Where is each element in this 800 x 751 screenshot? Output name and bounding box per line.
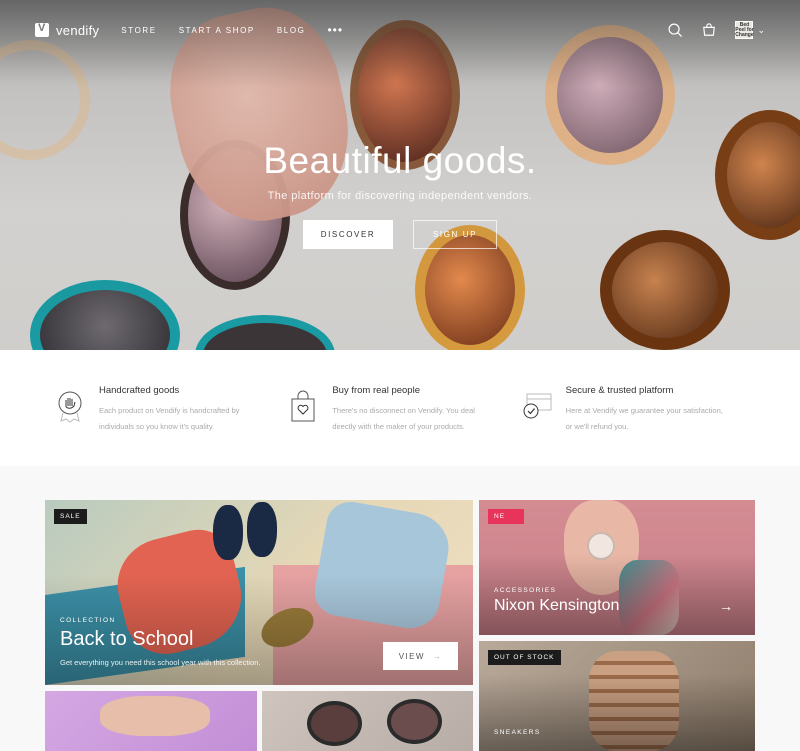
feature-description: Here at Vendify we guarantee your satisf… <box>565 406 723 431</box>
collection-card-back-to-school[interactable]: SALE COLLECTION Back to School Get every… <box>45 500 473 685</box>
collection-card[interactable] <box>262 691 473 751</box>
brand-name: vendify <box>56 22 100 38</box>
collection-card[interactable] <box>45 691 257 751</box>
feature-title: Handcrafted goods <box>99 385 180 396</box>
avatar: Bed Peel for Change <box>735 21 754 39</box>
brand-logo-link[interactable]: vendify <box>35 22 100 38</box>
discover-button[interactable]: DISCOVER <box>303 220 393 249</box>
feature-description: There's no disconnect on Vendify. You de… <box>332 406 475 431</box>
search-icon[interactable] <box>667 22 683 38</box>
sale-badge: SALE <box>54 509 87 524</box>
top-navigation: vendify STORE START A SHOP BLOG ••• Bed … <box>0 0 800 60</box>
nav-link-blog[interactable]: BLOG <box>277 26 306 35</box>
feature-title: Buy from real people <box>332 385 420 396</box>
nav-actions: Bed Peel for Change ⌄ <box>667 21 765 39</box>
feature-description: Each product on Vendify is handcrafted b… <box>99 406 240 431</box>
badge-hand-icon <box>55 389 85 423</box>
sunglasses-image <box>307 701 362 746</box>
nav-link-start-a-shop[interactable]: START A SHOP <box>179 26 255 35</box>
nav-links: STORE START A SHOP BLOG ••• <box>121 24 343 36</box>
collection-card-nixon-kensington[interactable]: NE ACCESSORIES Nixon Kensington → <box>479 500 755 635</box>
card-category: SNEAKERS <box>494 729 541 736</box>
card-category: COLLECTION <box>60 617 116 624</box>
hero-buttons: DISCOVER SIGN UP <box>0 220 800 249</box>
arrow-right-icon: → <box>432 651 443 661</box>
vendify-logo-icon <box>35 22 49 37</box>
sign-up-button[interactable]: SIGN UP <box>413 220 497 249</box>
card-title: Nixon Kensington <box>494 597 620 614</box>
hero-banner: vendify STORE START A SHOP BLOG ••• Bed … <box>0 0 800 350</box>
more-menu-icon[interactable]: ••• <box>327 24 343 36</box>
account-menu[interactable]: Bed Peel for Change ⌄ <box>735 21 765 39</box>
view-button[interactable]: VIEW → <box>383 642 458 670</box>
nav-link-store[interactable]: STORE <box>121 26 156 35</box>
hero-subtitle: The platform for discovering independent… <box>267 190 533 202</box>
hand-image <box>100 696 210 736</box>
collection-card-sneakers[interactable]: OUT OF STOCK SNEAKERS <box>479 641 755 751</box>
chevron-down-icon: ⌄ <box>757 24 765 35</box>
hero-title: Beautiful goods. <box>263 140 537 181</box>
cart-icon[interactable] <box>701 22 717 38</box>
bag-heart-icon <box>288 389 318 423</box>
card-title: Back to School <box>60 628 194 650</box>
card-shield-icon <box>522 389 552 423</box>
card-description: Get everything you need this school year… <box>60 658 261 667</box>
sunglasses-image <box>387 699 442 744</box>
arrow-right-icon[interactable]: → <box>719 598 733 614</box>
card-category: ACCESSORIES <box>494 587 557 594</box>
new-badge: NE <box>488 509 524 524</box>
out-of-stock-badge: OUT OF STOCK <box>488 650 561 665</box>
feature-real-people: Buy from real people There's no disconne… <box>288 385 521 466</box>
hero-content: Beautiful goods. The platform for discov… <box>0 140 800 249</box>
feature-handcrafted: Handcrafted goods Each product on Vendif… <box>55 385 288 466</box>
feature-title: Secure & trusted platform <box>565 385 674 396</box>
features-section: Handcrafted goods Each product on Vendif… <box>0 350 800 466</box>
view-button-label: VIEW <box>398 651 425 661</box>
feature-secure: Secure & trusted platform Here at Vendif… <box>522 385 755 466</box>
